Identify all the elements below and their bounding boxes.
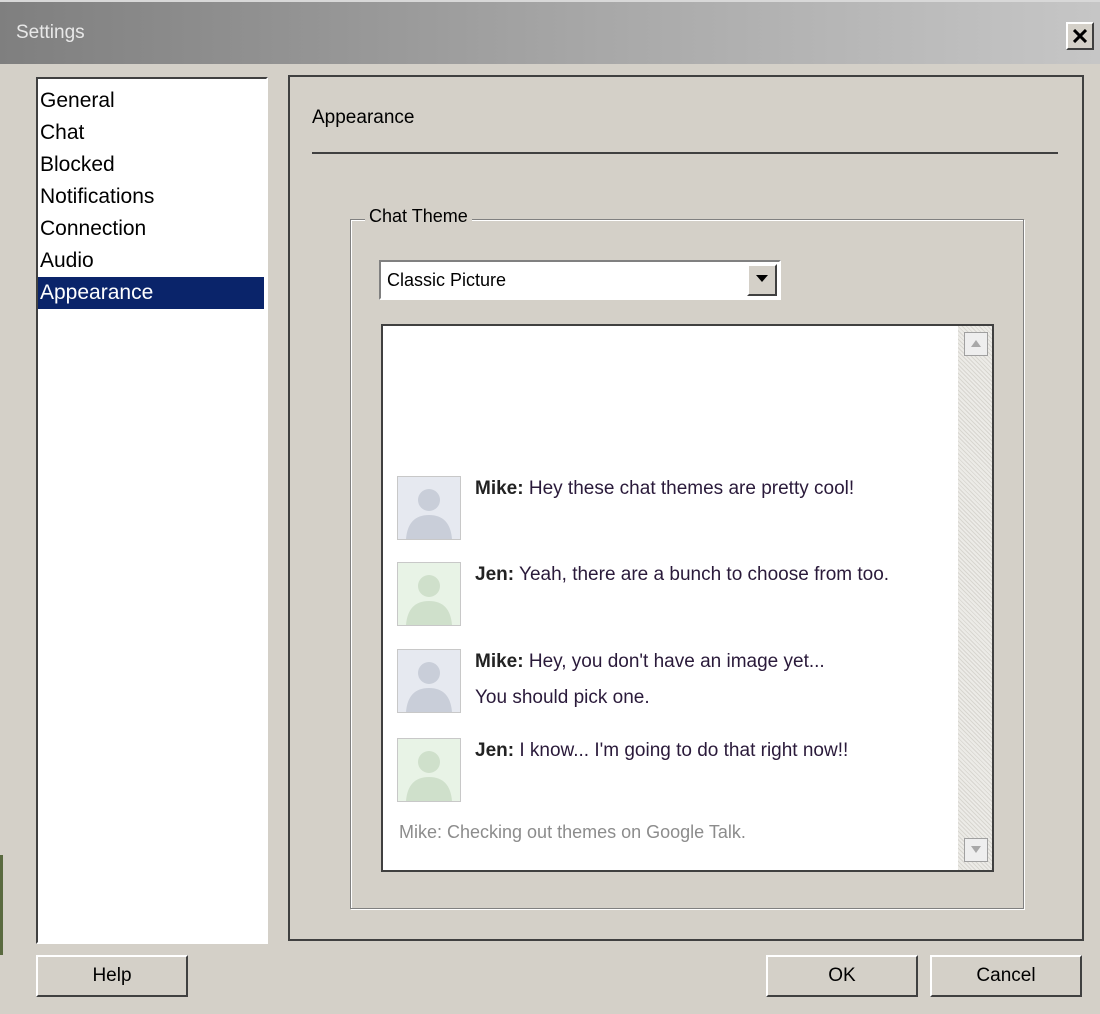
chat-theme-group: Chat Theme Classic Picture Mike: Hey the… xyxy=(350,206,1024,909)
close-icon xyxy=(1072,23,1088,48)
avatar xyxy=(397,649,461,713)
theme-preview-pane: Mike: Hey these chat themes are pretty c… xyxy=(381,324,994,872)
sidebar-item-general[interactable]: General xyxy=(38,85,264,117)
panel-heading: Appearance xyxy=(312,107,415,128)
arrow-down-icon xyxy=(971,846,981,853)
settings-category-list[interactable]: General Chat Blocked Notifications Conne… xyxy=(36,77,268,944)
sidebar-item-notifications[interactable]: Notifications xyxy=(38,181,264,213)
sidebar-item-appearance[interactable]: Appearance xyxy=(38,277,264,309)
ok-button[interactable]: OK xyxy=(766,955,918,997)
preview-scrollbar[interactable] xyxy=(958,326,992,870)
scroll-down-button[interactable] xyxy=(964,838,988,862)
avatar xyxy=(397,476,461,540)
chat-theme-selected-value: Classic Picture xyxy=(387,270,507,290)
heading-divider xyxy=(312,152,1058,154)
sidebar-item-connection[interactable]: Connection xyxy=(38,213,264,245)
person-silhouette-icon xyxy=(406,662,452,712)
status-message: Mike: Checking out themes on Google Talk… xyxy=(399,822,746,842)
title-bar[interactable]: Settings xyxy=(0,0,1100,64)
message-text: Mike: Hey these chat themes are pretty c… xyxy=(475,474,915,504)
window-edge xyxy=(0,855,3,955)
message-text: Jen: I know... I'm going to do that righ… xyxy=(475,736,915,766)
close-button[interactable] xyxy=(1066,22,1094,50)
message-sender: Mike: xyxy=(475,651,524,672)
message-sender: Jen: xyxy=(475,740,515,761)
message-followup: You should pick one. xyxy=(475,687,650,708)
chevron-down-icon xyxy=(756,275,768,282)
avatar xyxy=(397,738,461,802)
avatar xyxy=(397,562,461,626)
sidebar-item-chat[interactable]: Chat xyxy=(38,117,264,149)
message-body: Yeah, there are a bunch to choose from t… xyxy=(519,564,890,585)
message-body: Hey these chat themes are pretty cool! xyxy=(528,478,855,499)
message-body: Hey, you don't have an image yet... xyxy=(528,651,825,672)
sidebar-item-blocked[interactable]: Blocked xyxy=(38,149,264,181)
chat-theme-dropdown[interactable]: Classic Picture xyxy=(379,260,781,300)
cancel-button[interactable]: Cancel xyxy=(930,955,1082,997)
message-text: Jen: Yeah, there are a bunch to choose f… xyxy=(475,560,915,590)
message-sender: Mike: xyxy=(475,478,524,499)
person-silhouette-icon xyxy=(406,751,452,801)
scroll-up-button[interactable] xyxy=(964,332,988,356)
window-title: Settings xyxy=(16,22,85,43)
message-sender: Jen: xyxy=(475,564,515,585)
sidebar-item-audio[interactable]: Audio xyxy=(38,245,264,277)
settings-panel: Appearance Chat Theme Classic Picture Mi… xyxy=(288,75,1084,941)
message-text: Mike: Hey, you don't have an image yet..… xyxy=(475,647,915,713)
chat-theme-legend: Chat Theme xyxy=(365,206,472,227)
person-silhouette-icon xyxy=(406,489,452,539)
dropdown-button[interactable] xyxy=(747,264,777,296)
help-button[interactable]: Help xyxy=(36,955,188,997)
arrow-up-icon xyxy=(971,340,981,347)
message-body: I know... I'm going to do that right now… xyxy=(519,740,849,761)
person-silhouette-icon xyxy=(406,575,452,625)
